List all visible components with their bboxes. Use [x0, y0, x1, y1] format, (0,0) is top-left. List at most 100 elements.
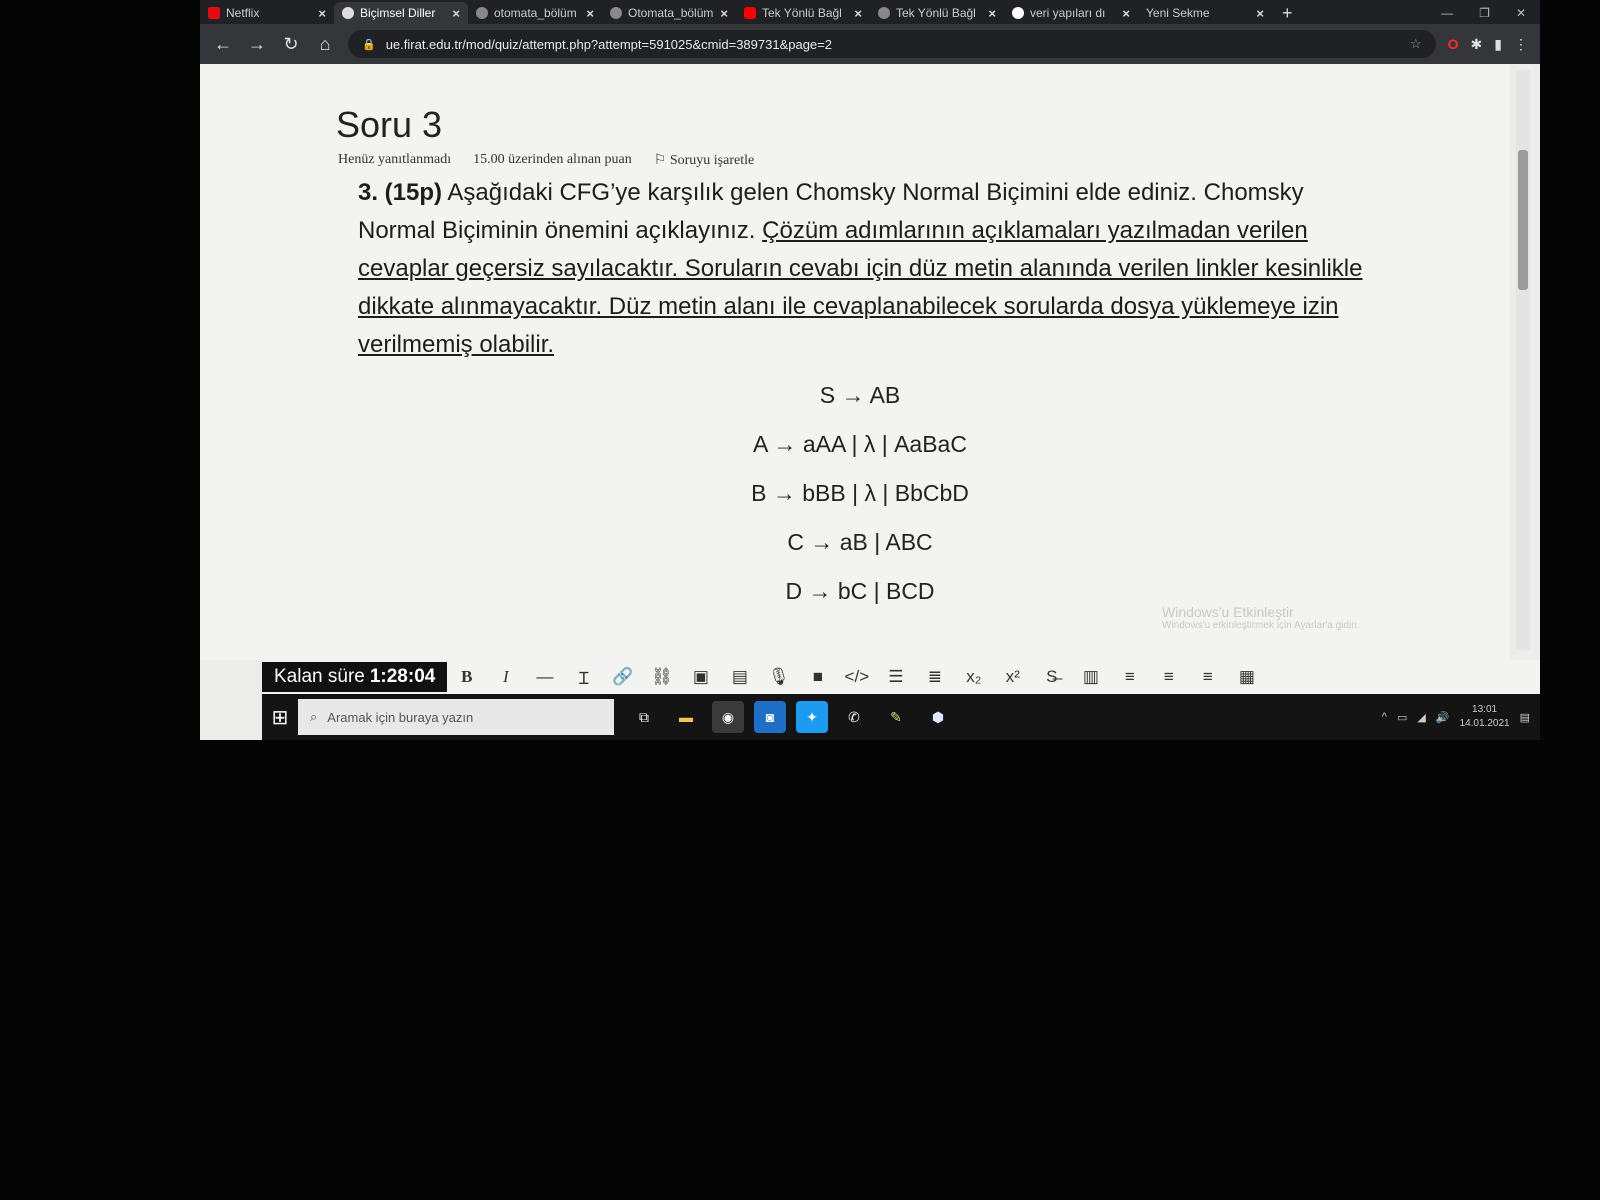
- tab-title: Tek Yönlü Bağl: [896, 6, 976, 20]
- close-tab-icon[interactable]: ×: [988, 6, 996, 21]
- file-explorer-icon[interactable]: ▬: [670, 701, 702, 733]
- superscript-icon[interactable]: x²: [993, 667, 1032, 687]
- page-content: Soru 3 Henüz yanıtlanmadı 15.00 üzerinde…: [200, 64, 1510, 660]
- tab-otomata-1[interactable]: otomata_bölüm ×: [468, 2, 602, 24]
- clock[interactable]: 13:01 14.01.2021: [1460, 703, 1510, 731]
- tab-tek-yonlu-youtube[interactable]: Tek Yönlü Bağl ×: [736, 2, 870, 24]
- web-icon: [610, 7, 622, 19]
- network-icon[interactable]: ◢: [1417, 711, 1425, 724]
- columns-icon[interactable]: ▥: [1071, 667, 1110, 687]
- unlink-icon[interactable]: ⛓: [642, 667, 681, 687]
- table-icon[interactable]: ▦: [1227, 667, 1266, 687]
- chevron-up-icon[interactable]: ^: [1382, 711, 1387, 723]
- tab-netflix[interactable]: Netflix ×: [200, 2, 334, 24]
- tab-tek-yonlu[interactable]: Tek Yönlü Bağl ×: [870, 2, 1004, 24]
- close-tab-icon[interactable]: ×: [452, 6, 460, 21]
- text-cursor-icon[interactable]: Ɪ: [564, 666, 603, 689]
- editor-toolbar: Kalan süre 1:28:04 B I — Ɪ 🔗 ⛓ ▣ ▤ 🎙 ■ <…: [262, 660, 1540, 694]
- link-icon[interactable]: 🔗: [603, 667, 642, 687]
- microphone-icon[interactable]: 🎙: [759, 667, 798, 687]
- tab-veri-yapilari[interactable]: veri yapıları dı ×: [1004, 2, 1138, 24]
- grammar-rules: S → AB A → aAA | λ | AaBaC B → bBB | λ |…: [600, 382, 1120, 627]
- code-icon[interactable]: </>: [837, 667, 876, 687]
- reload-icon[interactable]: ↻: [280, 34, 302, 55]
- close-tab-icon[interactable]: ×: [720, 6, 728, 21]
- align-right-icon[interactable]: ≡: [1188, 667, 1227, 687]
- minimize-icon[interactable]: —: [1441, 6, 1453, 20]
- subscript-icon[interactable]: x₂: [954, 667, 993, 687]
- close-tab-icon[interactable]: ×: [1256, 6, 1264, 21]
- watermark-title: Windows'u Etkinleştir: [1162, 604, 1294, 620]
- align-center-icon[interactable]: ≡: [1149, 667, 1188, 687]
- puzzle-extension-icon[interactable]: ✱: [1471, 36, 1483, 53]
- grammar-rule: A → aAA | λ | AaBaC: [753, 431, 967, 457]
- bookmark-star-icon[interactable]: ☆: [1410, 36, 1422, 52]
- align-left-icon[interactable]: ≡: [1110, 667, 1149, 687]
- numbered-list-icon[interactable]: ≣: [915, 667, 954, 687]
- forward-icon[interactable]: →: [246, 34, 268, 55]
- media-icon[interactable]: ▤: [720, 667, 759, 687]
- close-tab-icon[interactable]: ×: [586, 6, 594, 21]
- lock-icon: 🔒: [362, 38, 376, 51]
- close-tab-icon[interactable]: ×: [318, 6, 326, 21]
- web-icon: [878, 7, 890, 19]
- task-view-icon[interactable]: ⧉: [628, 701, 660, 733]
- notification-icon[interactable]: ▤: [1520, 711, 1530, 724]
- menu-kebab-icon[interactable]: ⋮: [1514, 36, 1528, 53]
- tab-otomata-2[interactable]: Otomata_bölüm ×: [602, 2, 736, 24]
- store-icon[interactable]: ◙: [754, 701, 786, 733]
- system-tray: ^ ▭ ◢ 🔊 13:01 14.01.2021 ▤: [1382, 703, 1540, 731]
- windows-taskbar: ⊞ ⌕ Aramak için buraya yazın ⧉ ▬ ◉ ◙ ✦ ✆…: [262, 694, 1540, 740]
- netflix-icon: [208, 7, 220, 19]
- italic-icon[interactable]: I: [486, 667, 525, 687]
- question-info: Henüz yanıtlanmadı 15.00 üzerinden alına…: [338, 152, 754, 169]
- strikethrough-icon[interactable]: S̶: [1032, 667, 1071, 687]
- volume-icon[interactable]: 🔊: [1436, 711, 1450, 724]
- shield-icon[interactable]: ⬢: [922, 701, 954, 733]
- restore-icon[interactable]: ❐: [1479, 6, 1490, 20]
- youtube-icon: [744, 7, 756, 19]
- tab-title: Netflix: [226, 6, 260, 20]
- opera-extension-icon[interactable]: O: [1448, 36, 1459, 52]
- monitor-screen: Netflix × Biçimsel Diller × otomata_bölü…: [200, 0, 1540, 740]
- bullet-list-icon[interactable]: ☰: [876, 667, 915, 687]
- twitter-icon[interactable]: ✦: [796, 701, 828, 733]
- flag-question-link[interactable]: ⚐ Soruyu işaretle: [654, 152, 754, 169]
- battery-icon[interactable]: ▭: [1397, 711, 1407, 724]
- moodle-icon: [342, 7, 354, 19]
- tab-title: Biçimsel Diller: [360, 6, 436, 20]
- close-window-icon[interactable]: ✕: [1516, 6, 1526, 20]
- tab-title: Otomata_bölüm: [628, 6, 714, 20]
- new-tab-icon[interactable]: +: [1272, 3, 1303, 24]
- timer-value: 1:28:04: [369, 666, 436, 687]
- chrome-icon[interactable]: ◉: [712, 701, 744, 733]
- tab-yeni-sekme[interactable]: Yeni Sekme ×: [1138, 2, 1272, 24]
- back-icon[interactable]: ←: [212, 34, 234, 55]
- whatsapp-icon[interactable]: ✆: [838, 701, 870, 733]
- video-icon[interactable]: ■: [798, 667, 837, 687]
- horizontal-rule-icon[interactable]: —: [525, 667, 564, 687]
- close-tab-icon[interactable]: ×: [854, 6, 862, 21]
- tab-bicimsel-diller[interactable]: Biçimsel Diller ×: [334, 2, 468, 24]
- watermark-subtitle: Windows'u etkinleştirmek için Ayarlar'a …: [1162, 620, 1360, 631]
- notepad-icon[interactable]: ✎: [880, 701, 912, 733]
- image-icon[interactable]: ▣: [681, 667, 720, 687]
- page-scrollbar[interactable]: [1516, 70, 1530, 650]
- question-number: 3. (15p): [358, 179, 443, 206]
- question-title: Soru 3: [336, 104, 443, 145]
- home-icon[interactable]: ⌂: [314, 34, 336, 55]
- address-bar[interactable]: 🔒 ue.firat.edu.tr/mod/quiz/attempt.php?a…: [348, 30, 1436, 58]
- bold-icon[interactable]: B: [447, 667, 486, 687]
- extension-icon[interactable]: ▮: [1494, 36, 1502, 53]
- clock-date: 14.01.2021: [1459, 718, 1510, 729]
- windows-start-icon[interactable]: ⊞: [262, 705, 298, 730]
- quiz-timer: Kalan süre 1:28:04: [262, 662, 448, 692]
- browser-toolbar: ← → ↻ ⌂ 🔒 ue.firat.edu.tr/mod/quiz/attem…: [200, 24, 1540, 64]
- tab-title: Yeni Sekme: [1146, 6, 1210, 20]
- grammar-rule: D → bC | BCD: [785, 578, 935, 604]
- grammar-rule: B → bBB | λ | BbCbD: [751, 480, 969, 506]
- tab-title: veri yapıları dı: [1030, 6, 1106, 20]
- scrollbar-thumb[interactable]: [1518, 150, 1528, 290]
- close-tab-icon[interactable]: ×: [1122, 6, 1130, 21]
- taskbar-search[interactable]: ⌕ Aramak için buraya yazın: [298, 699, 614, 735]
